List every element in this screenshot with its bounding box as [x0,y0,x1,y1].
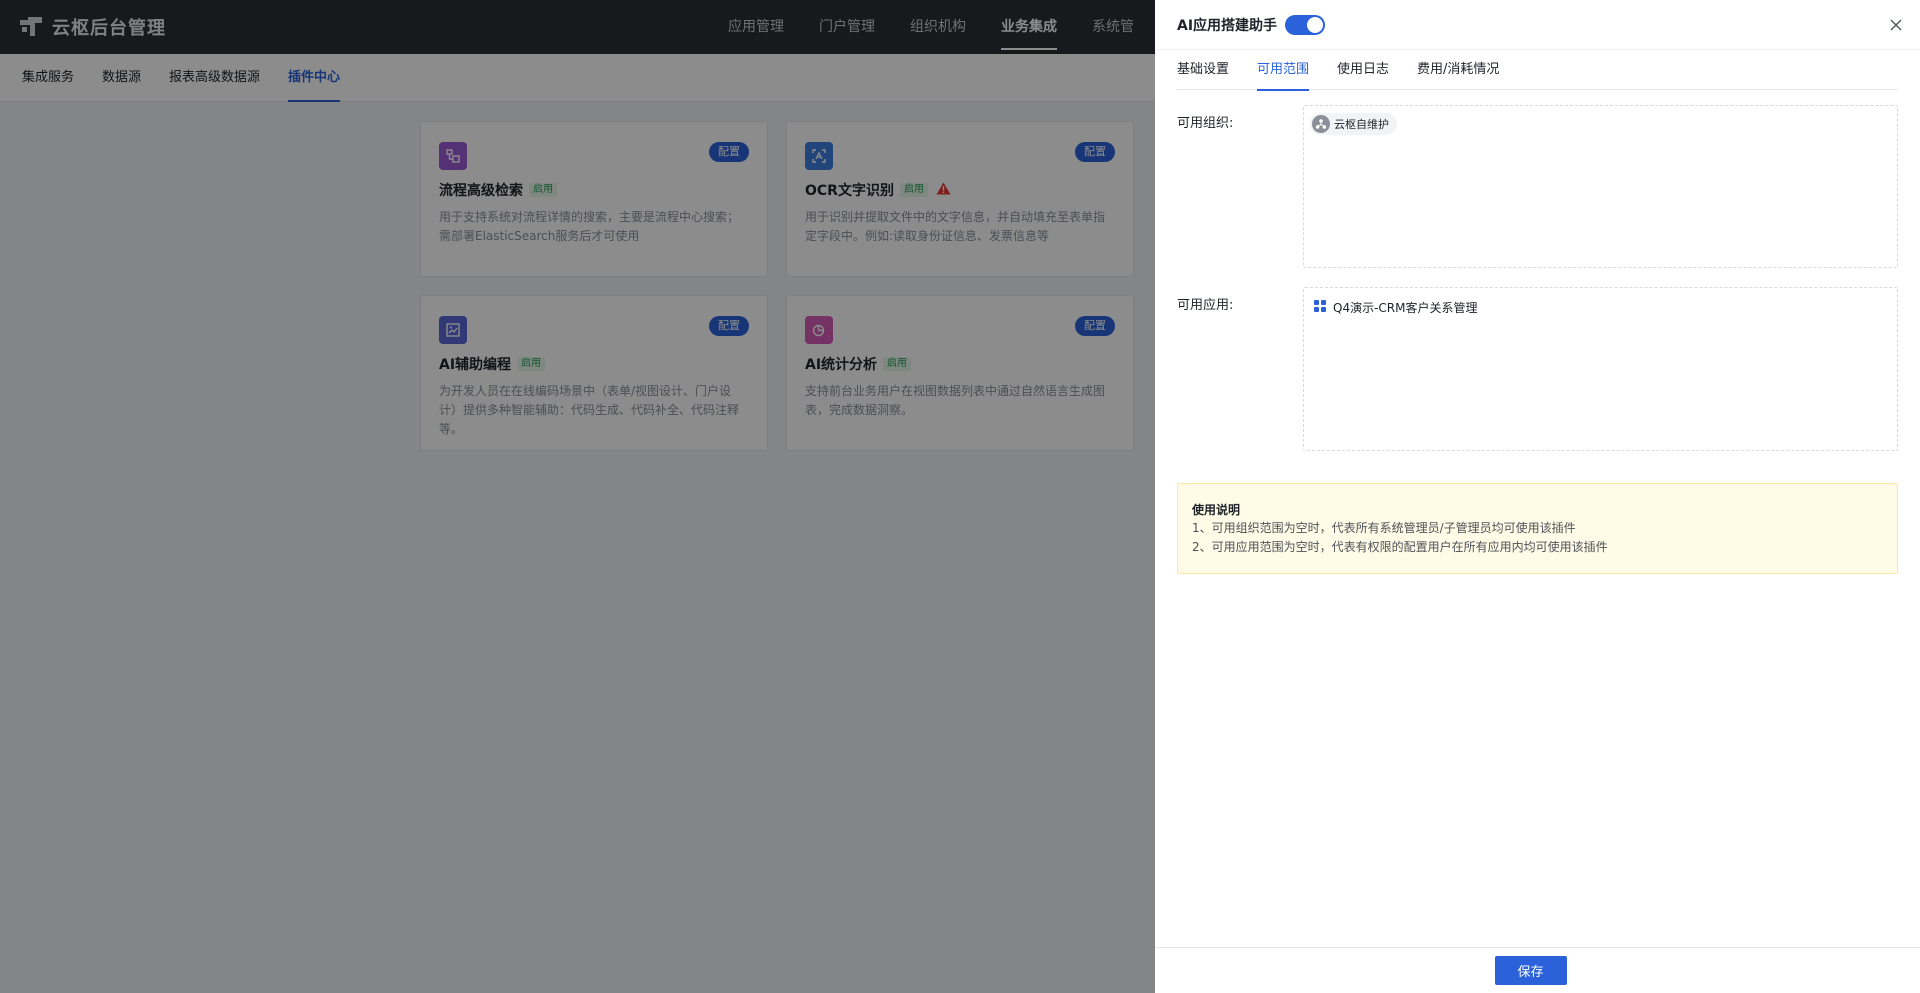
app-item-label: Q4演示-CRM客户关系管理 [1333,301,1478,315]
available-org-label: 可用组织: [1177,116,1234,131]
app-grid-icon [1314,299,1326,316]
notice-line: 1、可用组织范围为空时，代表所有系统管理员/子管理员均可使用该插件 [1192,521,1576,535]
tab-basic-settings[interactable]: 基础设置 [1177,50,1229,90]
drawer-header: AI应用搭建助手 [1155,0,1920,50]
toggle-knob [1307,16,1324,33]
tab-usage-log[interactable]: 使用日志 [1337,50,1389,90]
save-button[interactable]: 保存 [1494,956,1567,985]
org-icon [1312,115,1330,133]
drawer-title: AI应用搭建助手 [1177,17,1278,34]
available-app-label: 可用应用: [1177,298,1234,313]
notice-title: 使用说明 [1192,503,1241,517]
drawer-tabs: 基础设置 可用范围 使用日志 费用/消耗情况 [1177,50,1898,91]
org-selector[interactable]: 云枢自维护 [1303,105,1898,268]
usage-notice: 使用说明 1、可用组织范围为空时，代表所有系统管理员/子管理员均可使用该插件 2… [1177,483,1898,574]
app-item[interactable]: Q4演示-CRM客户关系管理 [1314,299,1477,316]
app-selector[interactable]: Q4演示-CRM客户关系管理 [1303,287,1898,451]
drawer-footer: 保存 [1155,947,1920,993]
org-chip-label: 云枢自维护 [1334,118,1389,131]
notice-line: 2、可用应用范围为空时，代表有权限的配置用户在所有应用内均可使用该插件 [1192,540,1608,554]
org-chip[interactable]: 云枢自维护 [1310,113,1397,135]
close-icon[interactable] [1888,17,1904,33]
tab-available-scope[interactable]: 可用范围 [1257,50,1310,91]
tab-cost-consumption[interactable]: 费用/消耗情况 [1417,50,1499,90]
enable-toggle[interactable] [1285,14,1326,35]
